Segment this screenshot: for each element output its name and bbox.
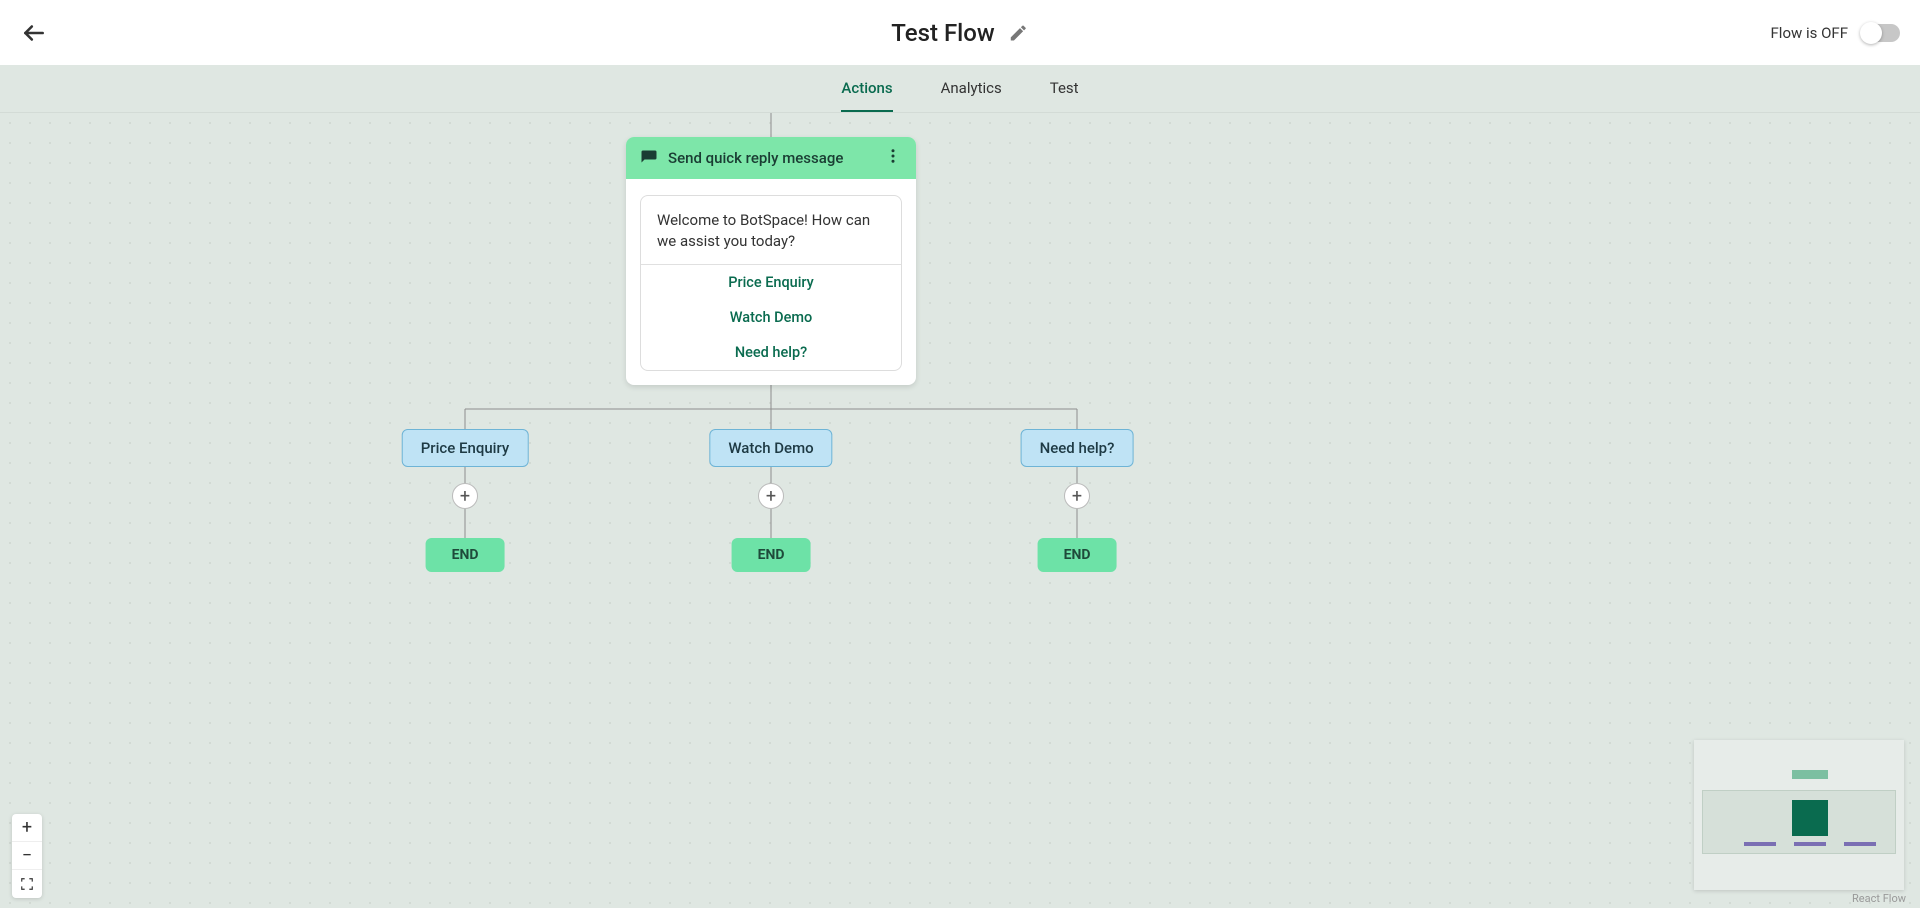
tab-actions[interactable]: Actions xyxy=(841,65,892,112)
add-step-button[interactable]: + xyxy=(452,483,478,509)
edit-title-button[interactable] xyxy=(1009,23,1029,43)
zoom-controls: + − xyxy=(12,814,42,898)
add-step-button[interactable]: + xyxy=(1064,483,1090,509)
branch-label: Need help? xyxy=(1040,439,1115,457)
zoom-in-button[interactable]: + xyxy=(12,814,42,842)
node-body: Welcome to BotSpace! How can we assist y… xyxy=(626,179,916,385)
fit-view-button[interactable] xyxy=(12,870,42,898)
header-right: Flow is OFF xyxy=(1771,24,1901,42)
minus-icon: − xyxy=(22,845,32,866)
page-title: Test Flow xyxy=(891,19,994,47)
end-node[interactable]: END xyxy=(1038,538,1117,572)
add-step-button[interactable]: + xyxy=(758,483,784,509)
branch-price-enquiry[interactable]: Price Enquiry xyxy=(402,429,529,467)
node-title: Send quick reply message xyxy=(668,149,843,167)
end-label: END xyxy=(452,547,479,563)
pencil-icon xyxy=(1009,23,1029,43)
option-watch-demo: Watch Demo xyxy=(641,300,901,335)
message-bubble: Welcome to BotSpace! How can we assist y… xyxy=(640,195,902,371)
tab-label: Test xyxy=(1050,79,1079,97)
plus-icon: + xyxy=(460,486,470,507)
flow-canvas[interactable]: Send quick reply message Welcome to BotS… xyxy=(0,113,1920,908)
plus-icon: + xyxy=(22,817,32,838)
tab-label: Analytics xyxy=(941,79,1002,97)
arrow-left-icon xyxy=(21,20,47,46)
attribution: React Flow xyxy=(1852,892,1906,905)
flow-toggle[interactable] xyxy=(1862,24,1900,42)
minimap-shape xyxy=(1744,842,1776,846)
minimap-shape xyxy=(1844,842,1876,846)
branch-need-help[interactable]: Need help? xyxy=(1021,429,1134,467)
minimap-shape xyxy=(1794,842,1826,846)
toggle-knob xyxy=(1860,22,1882,44)
zoom-out-button[interactable]: − xyxy=(12,842,42,870)
minimap-shape xyxy=(1792,770,1828,779)
branch-label: Price Enquiry xyxy=(421,439,510,457)
edges-layer xyxy=(0,113,1920,908)
more-vert-icon xyxy=(884,147,902,165)
fit-view-icon xyxy=(20,877,34,891)
chat-icon xyxy=(640,149,658,167)
minimap[interactable] xyxy=(1694,740,1904,890)
header: Test Flow Flow is OFF xyxy=(0,0,1920,65)
end-label: END xyxy=(1064,547,1091,563)
end-node[interactable]: END xyxy=(732,538,811,572)
end-node[interactable]: END xyxy=(426,538,505,572)
back-button[interactable] xyxy=(20,19,48,47)
end-label: END xyxy=(758,547,785,563)
plus-icon: + xyxy=(766,486,776,507)
branch-watch-demo[interactable]: Watch Demo xyxy=(709,429,832,467)
tab-test[interactable]: Test xyxy=(1050,65,1079,112)
option-need-help: Need help? xyxy=(641,335,901,370)
title-group: Test Flow xyxy=(891,19,1028,47)
tab-label: Actions xyxy=(841,79,892,97)
tab-analytics[interactable]: Analytics xyxy=(941,65,1002,112)
option-price-enquiry: Price Enquiry xyxy=(641,265,901,300)
node-more-button[interactable] xyxy=(884,147,902,169)
flow-toggle-label: Flow is OFF xyxy=(1771,24,1849,42)
tabs: Actions Analytics Test xyxy=(0,65,1920,113)
message-text: Welcome to BotSpace! How can we assist y… xyxy=(641,196,901,264)
minimap-shape xyxy=(1792,800,1828,836)
branch-label: Watch Demo xyxy=(728,439,813,457)
node-header: Send quick reply message xyxy=(626,137,916,179)
node-quick-reply[interactable]: Send quick reply message Welcome to BotS… xyxy=(626,137,916,385)
plus-icon: + xyxy=(1072,486,1082,507)
